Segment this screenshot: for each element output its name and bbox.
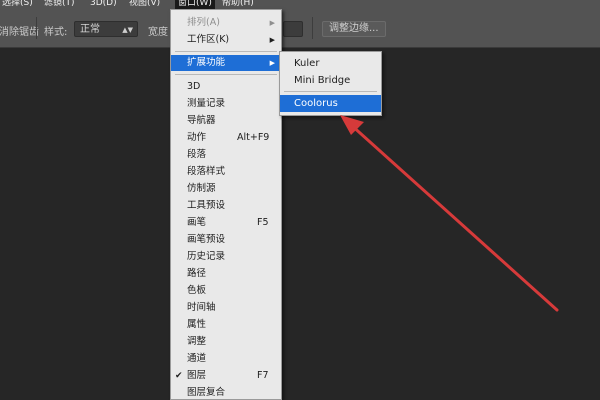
refine-edge-button[interactable]: 调整边缘... [322, 21, 386, 37]
submenu-item-label: Kuler [294, 58, 320, 69]
anti-alias-label[interactable]: 消除锯齿 [0, 23, 39, 38]
menu-item-label: 时间轴 [187, 302, 216, 313]
menu-select[interactable]: 选择(S) [2, 0, 33, 9]
chevron-updown-icon: ▲▼ [122, 26, 133, 34]
menu-item-label: 测量记录 [187, 98, 226, 109]
menu-item-label: 画笔 [187, 217, 207, 228]
menu-item-label: 路径 [187, 268, 207, 279]
menu-item-properties[interactable]: 属性 [171, 317, 281, 333]
menu-item-extensions[interactable]: 扩展功能 ▶ [171, 55, 281, 71]
menu-item-brush[interactable]: 画笔 F5 [171, 215, 281, 231]
options-bar: 消除锯齿 样式: 正常 ▲▼ 宽度 调整边缘... [0, 9, 600, 48]
style-label: 样式: [44, 27, 68, 38]
menu-item-label: 调整 [187, 336, 207, 347]
menu-item-label: 图层 [187, 370, 207, 381]
menu-item-label: 排列(A) [187, 17, 220, 28]
menu-item-shortcut: Alt+F9 [237, 132, 270, 143]
menu-separator [175, 74, 277, 75]
window-menu-dropdown: 排列(A) ▶ 工作区(K) ▶ 扩展功能 ▶ 3D 测量记录 导航器 动作 A… [170, 9, 282, 400]
submenu-separator [284, 91, 377, 92]
menu-item-actions[interactable]: 动作 Alt+F9 [171, 130, 281, 146]
menu-item-shortcut: F7 [257, 370, 269, 381]
submenu-item-kuler[interactable]: Kuler [280, 55, 381, 72]
menu-item-label: 段落 [187, 149, 207, 160]
menu-item-paths[interactable]: 路径 [171, 266, 281, 282]
submenu-arrow-icon: ▶ [269, 19, 275, 27]
menu-item-paragraph[interactable]: 段落 [171, 147, 281, 163]
checkmark-icon: ✔ [175, 371, 183, 381]
menu-help[interactable]: 帮助(H) [222, 0, 254, 9]
menu-item-label: 段落样式 [187, 166, 226, 177]
style-select-value: 正常 [80, 24, 100, 35]
menu-item-label: 工作区(K) [187, 34, 230, 45]
style-select[interactable]: 正常 ▲▼ [74, 21, 138, 37]
menu-item-label: 属性 [187, 319, 207, 330]
width-label: 宽度 [148, 27, 168, 38]
menu-item-shortcut: F5 [257, 217, 269, 228]
menu-item-brush-presets[interactable]: 画笔预设 [171, 232, 281, 248]
submenu-item-coolorus[interactable]: Coolorus [280, 95, 381, 112]
menu-item-layer-comps[interactable]: 图层复合 [171, 385, 281, 399]
menu-item-paragraph-styles[interactable]: 段落样式 [171, 164, 281, 180]
menu-item-layers[interactable]: ✔ 图层 F7 [171, 368, 281, 384]
menu-item-label: 仿制源 [187, 183, 216, 194]
menu-item-timeline[interactable]: 时间轴 [171, 300, 281, 316]
height-input[interactable] [283, 21, 303, 37]
menu-item-swatches[interactable]: 色板 [171, 283, 281, 299]
menu-item-clone-source[interactable]: 仿制源 [171, 181, 281, 197]
extensions-submenu: Kuler Mini Bridge Coolorus [279, 51, 382, 116]
menu-item-label: 画笔预设 [187, 234, 226, 245]
menu-bar: 选择(S) 滤镜(T) 3D(D) 视图(V) 窗口(W) 帮助(H) [0, 0, 600, 9]
menu-item-channels[interactable]: 通道 [171, 351, 281, 367]
options-divider [312, 17, 313, 39]
menu-view[interactable]: 视图(V) [129, 0, 160, 9]
menu-item-history[interactable]: 历史记录 [171, 249, 281, 265]
menu-item-label: 图层复合 [187, 387, 226, 398]
menu-separator [175, 51, 277, 52]
submenu-item-label: Coolorus [294, 98, 338, 109]
menu-item-label: 色板 [187, 285, 207, 296]
menu-item-tool-presets[interactable]: 工具预设 [171, 198, 281, 214]
menu-item-label: 导航器 [187, 115, 216, 126]
submenu-item-mini-bridge[interactable]: Mini Bridge [280, 72, 381, 89]
menu-item-label: 工具预设 [187, 200, 226, 211]
menu-item-label: 3D [187, 81, 201, 92]
menu-item-label: 扩展功能 [187, 57, 226, 68]
submenu-item-label: Mini Bridge [294, 75, 351, 86]
menu-item-workspace[interactable]: 工作区(K) ▶ [171, 32, 281, 48]
menu-item-arrange[interactable]: 排列(A) ▶ [171, 15, 281, 31]
menu-window[interactable]: 窗口(W) [175, 0, 215, 9]
options-divider [36, 17, 37, 39]
menu-item-adjustments[interactable]: 调整 [171, 334, 281, 350]
submenu-arrow-icon: ▶ [269, 36, 275, 44]
menu-item-label: 通道 [187, 353, 207, 364]
menu-item-label: 动作 [187, 132, 207, 143]
menu-filter[interactable]: 滤镜(T) [44, 0, 75, 9]
menu-item-navigator[interactable]: 导航器 [171, 113, 281, 129]
menu-3d[interactable]: 3D(D) [90, 0, 117, 9]
menu-item-measurement-log[interactable]: 测量记录 [171, 96, 281, 112]
menu-item-label: 历史记录 [187, 251, 226, 262]
submenu-arrow-icon: ▶ [269, 59, 275, 67]
menu-item-3d[interactable]: 3D [171, 79, 281, 95]
